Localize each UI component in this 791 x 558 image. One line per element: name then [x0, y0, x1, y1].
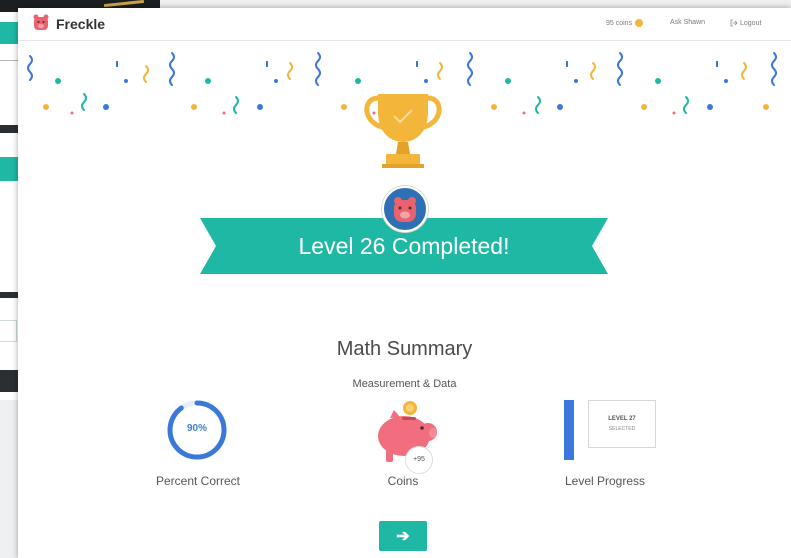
background-bar — [0, 125, 18, 133]
student-link[interactable]: Ask Shawn — [670, 19, 705, 26]
app-window: Freckle 95 coins Ask Shawn Logout Level … — [18, 8, 791, 558]
top-bar: Freckle 95 coins Ask Shawn Logout — [18, 8, 791, 41]
percent-correct-value: 90% — [186, 423, 207, 434]
logout-link[interactable]: Logout — [730, 19, 761, 27]
percent-correct-label: Percent Correct — [155, 474, 241, 488]
coin-icon — [635, 19, 644, 27]
app-name[interactable]: Freckle — [56, 16, 105, 32]
arrow-right-icon: ➔ — [396, 528, 410, 545]
coins-label: Coins — [387, 474, 419, 488]
trophy-icon — [364, 94, 442, 168]
freckle-logo-icon[interactable] — [32, 14, 50, 32]
background-button[interactable] — [0, 370, 18, 392]
background-tab[interactable] — [0, 22, 20, 44]
logout-label: Logout — [740, 19, 762, 27]
level-progress-status: SELECTED — [608, 426, 636, 432]
background-divider — [0, 60, 18, 61]
level-progress-level: LEVEL 27 — [608, 416, 636, 422]
coins-counter-text: 95 coins — [606, 19, 633, 27]
background-input[interactable] — [0, 320, 17, 342]
avatar-pig-icon — [394, 197, 416, 222]
level-progress-card[interactable]: LEVEL 27 SELECTED — [588, 400, 656, 448]
level-progress-bar — [564, 400, 574, 460]
coins-counter: 95 coins — [606, 19, 644, 27]
background-button[interactable] — [0, 157, 18, 181]
logout-icon — [730, 19, 738, 27]
summary-title: Math Summary — [336, 338, 473, 360]
background-bar — [0, 292, 18, 298]
level-complete-text: Level 26 Completed! — [298, 233, 510, 259]
summary-subtitle: Measurement & Data — [352, 378, 457, 390]
level-progress-label: Level Progress — [564, 474, 646, 488]
background-decor — [103, 0, 145, 8]
coins-earned-badge: +95 — [405, 446, 433, 474]
avatar — [382, 186, 428, 232]
next-button[interactable]: ➔ — [379, 521, 427, 551]
